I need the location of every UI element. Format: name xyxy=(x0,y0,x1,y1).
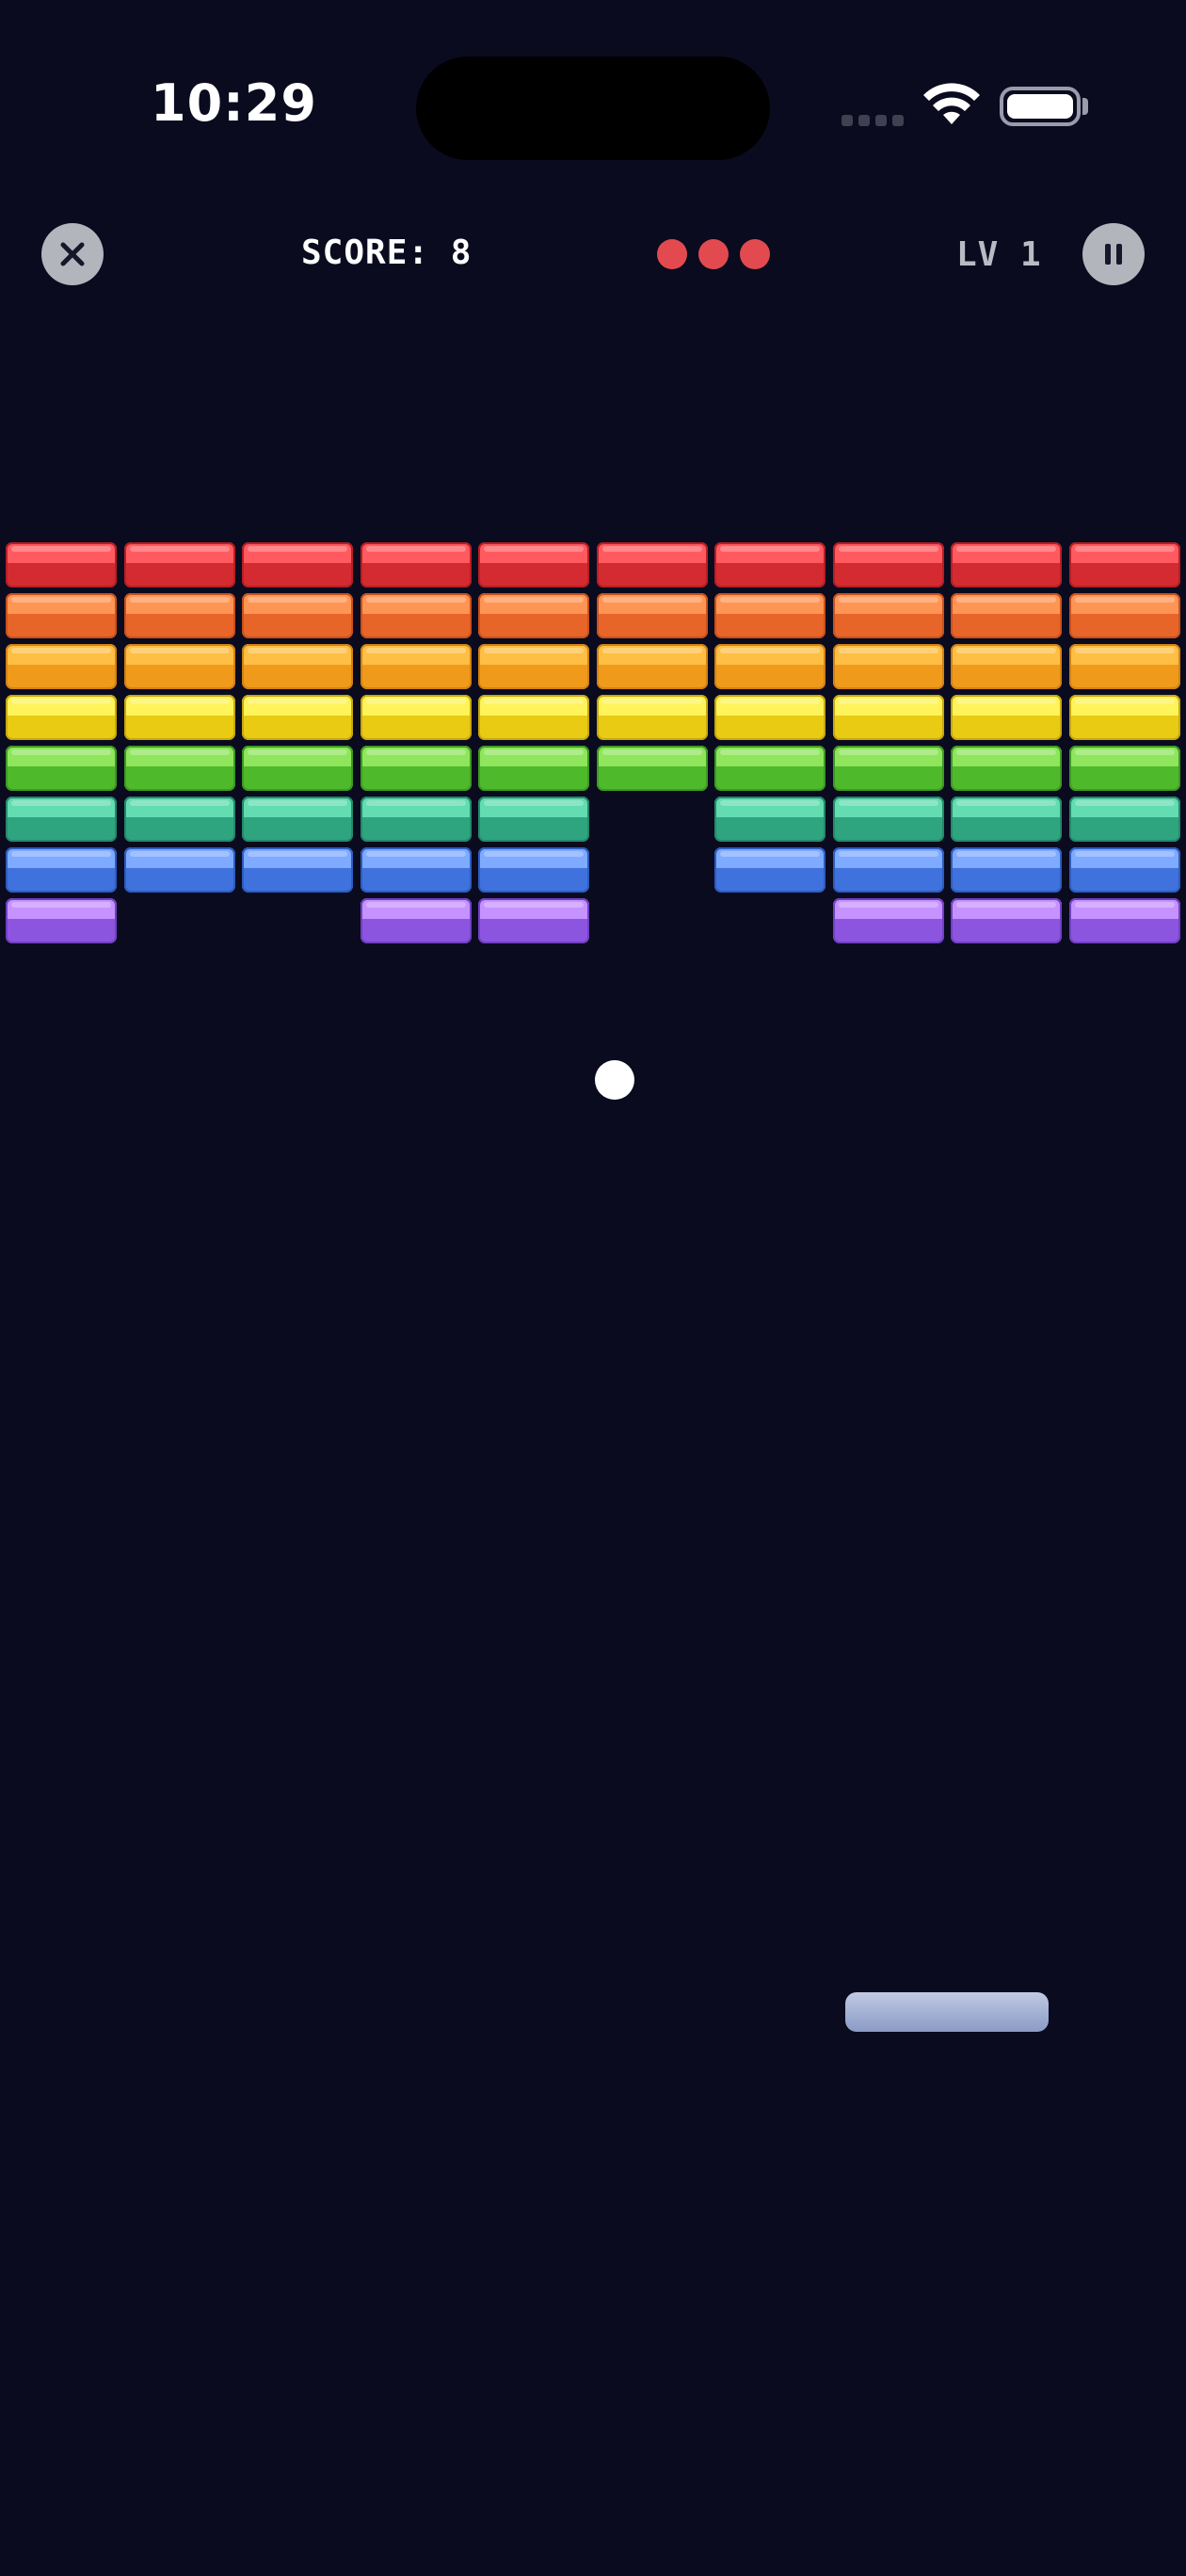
close-button[interactable] xyxy=(41,223,104,285)
brick-orange xyxy=(951,593,1062,638)
brick-blue xyxy=(951,847,1062,893)
brick-blue xyxy=(1069,847,1180,893)
level-display: LV 1 xyxy=(956,235,1042,274)
brick-teal xyxy=(124,797,235,842)
brick-purple xyxy=(478,898,589,943)
brick-teal xyxy=(1069,797,1180,842)
brick-orange xyxy=(1069,593,1180,638)
brick-yellow xyxy=(242,695,353,740)
ball xyxy=(595,1060,634,1100)
brick-red xyxy=(833,542,944,588)
brick-yellow xyxy=(1069,695,1180,740)
brick-green xyxy=(1069,746,1180,791)
brick-teal xyxy=(361,797,472,842)
brick-red xyxy=(1069,542,1180,588)
brick-blue xyxy=(714,847,825,893)
brick-red xyxy=(361,542,472,588)
brick-orange xyxy=(597,593,708,638)
life-dot xyxy=(657,239,687,269)
brick-amber xyxy=(478,644,589,689)
brick-blue xyxy=(833,847,944,893)
brick-blue xyxy=(242,847,353,893)
brick-green xyxy=(478,746,589,791)
brick-green xyxy=(833,746,944,791)
paddle[interactable] xyxy=(845,1992,1049,2032)
brick-yellow xyxy=(478,695,589,740)
brick-orange xyxy=(242,593,353,638)
brick-green xyxy=(242,746,353,791)
brick-purple xyxy=(361,898,472,943)
brick-green xyxy=(6,746,117,791)
brick-orange xyxy=(361,593,472,638)
brick-amber xyxy=(242,644,353,689)
brick-red xyxy=(597,542,708,588)
status-time: 10:29 xyxy=(151,73,317,133)
brick-red xyxy=(478,542,589,588)
brick-teal xyxy=(242,797,353,842)
brick-amber xyxy=(833,644,944,689)
brick-yellow xyxy=(833,695,944,740)
battery-tip xyxy=(1082,98,1088,115)
life-dot xyxy=(740,239,770,269)
brick-orange xyxy=(478,593,589,638)
life-dot xyxy=(698,239,729,269)
brick-yellow xyxy=(361,695,472,740)
game-screen[interactable]: 10:29 SCORE: 8 LV 1 xyxy=(0,0,1186,2576)
brick-red xyxy=(6,542,117,588)
brick-amber xyxy=(714,644,825,689)
brick-purple xyxy=(951,898,1062,943)
brick-orange xyxy=(833,593,944,638)
brick-amber xyxy=(6,644,117,689)
brick-orange xyxy=(6,593,117,638)
brick-teal xyxy=(478,797,589,842)
pause-icon xyxy=(1105,244,1122,265)
pause-button[interactable] xyxy=(1082,223,1145,285)
brick-blue xyxy=(124,847,235,893)
brick-blue xyxy=(6,847,117,893)
brick-amber xyxy=(361,644,472,689)
brick-purple xyxy=(833,898,944,943)
battery-icon xyxy=(1000,87,1081,126)
brick-green xyxy=(951,746,1062,791)
brick-green xyxy=(124,746,235,791)
brick-orange xyxy=(714,593,825,638)
score-display: SCORE: 8 xyxy=(301,233,473,272)
brick-teal xyxy=(951,797,1062,842)
wifi-icon xyxy=(923,83,980,124)
brick-yellow xyxy=(597,695,708,740)
brick-yellow xyxy=(124,695,235,740)
brick-purple xyxy=(6,898,117,943)
brick-amber xyxy=(1069,644,1180,689)
dynamic-island xyxy=(416,56,770,160)
brick-orange xyxy=(124,593,235,638)
brick-red xyxy=(714,542,825,588)
brick-amber xyxy=(124,644,235,689)
brick-yellow xyxy=(714,695,825,740)
brick-red xyxy=(951,542,1062,588)
brick-amber xyxy=(597,644,708,689)
brick-purple xyxy=(1069,898,1180,943)
lives-indicator xyxy=(657,239,770,269)
brick-green xyxy=(597,746,708,791)
brick-teal xyxy=(833,797,944,842)
brick-teal xyxy=(6,797,117,842)
brick-amber xyxy=(951,644,1062,689)
brick-yellow xyxy=(951,695,1062,740)
brick-red xyxy=(242,542,353,588)
battery-fill xyxy=(1007,94,1073,119)
brick-green xyxy=(714,746,825,791)
brick-teal xyxy=(714,797,825,842)
brick-blue xyxy=(361,847,472,893)
brick-blue xyxy=(478,847,589,893)
brick-green xyxy=(361,746,472,791)
close-icon xyxy=(60,242,85,266)
brick-yellow xyxy=(6,695,117,740)
cellular-signal-icon xyxy=(841,115,904,126)
brick-red xyxy=(124,542,235,588)
